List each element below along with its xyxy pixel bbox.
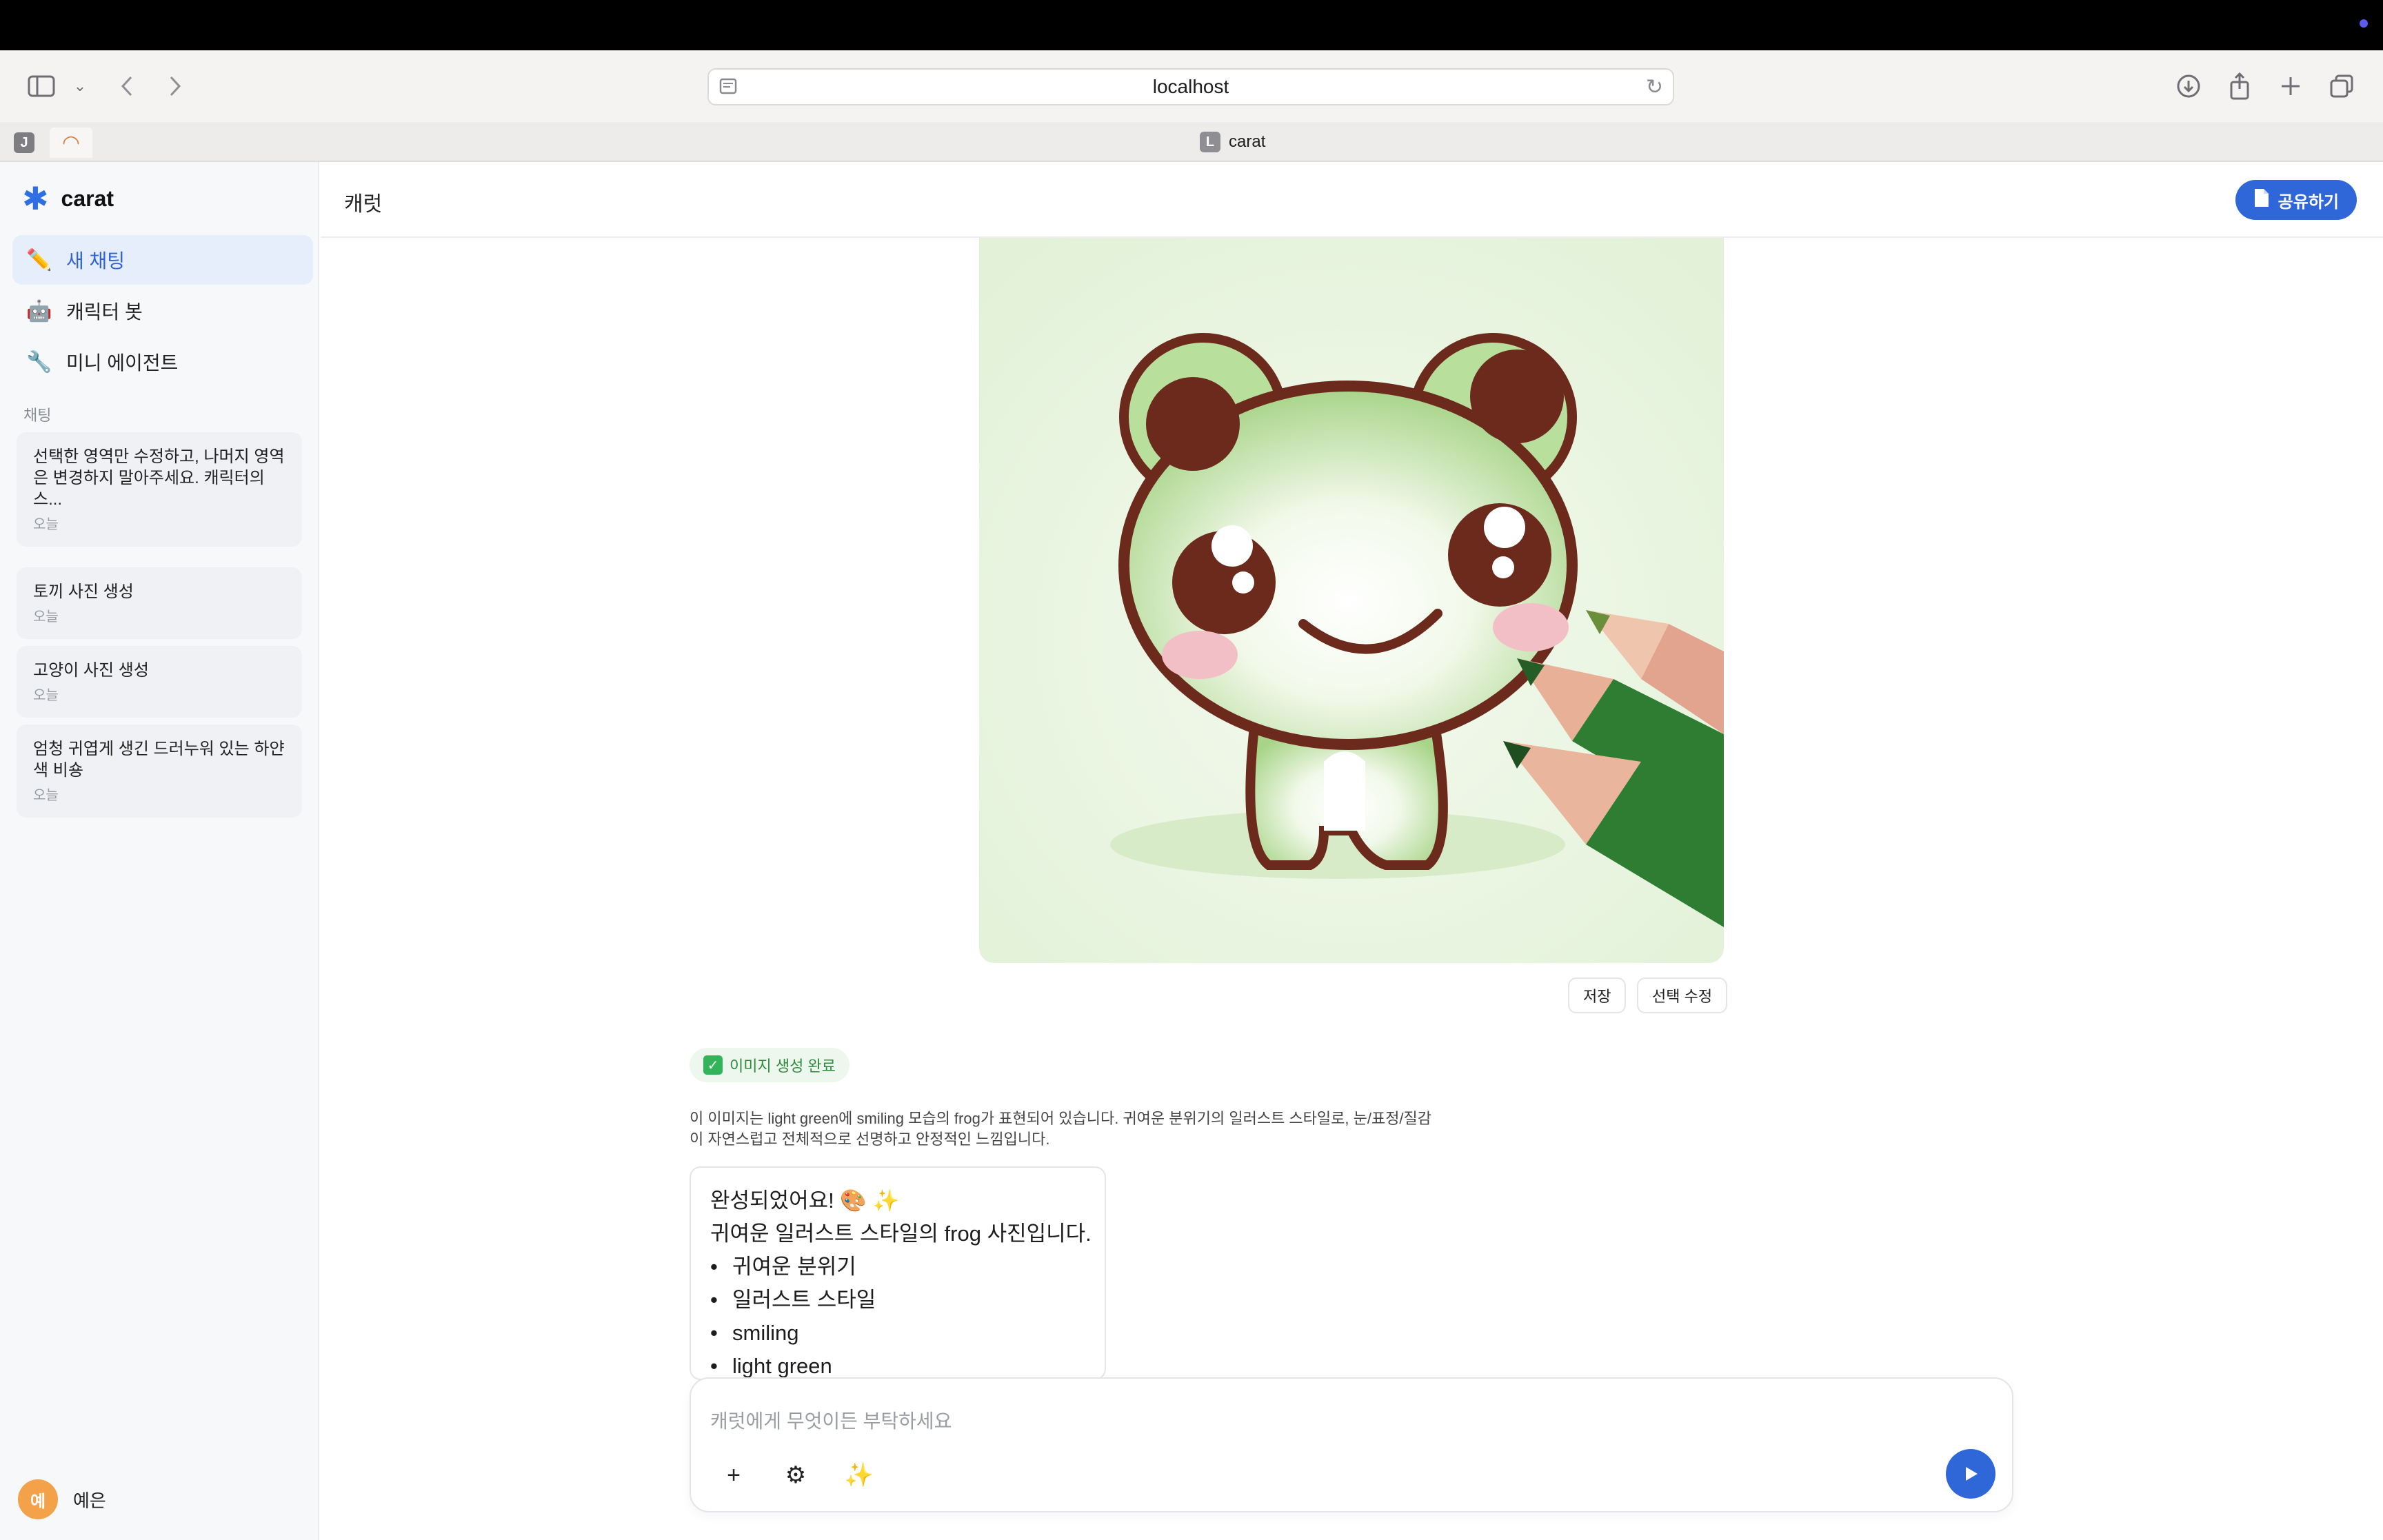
chat-title: 선택한 영역만 수정하고, 나머지 영역은 변경하지 말아주세요. 캐릭터의 스…: [33, 447, 285, 509]
nav-label: 미니 에이전트: [66, 352, 179, 374]
add-attachment-icon[interactable]: +: [716, 1457, 752, 1493]
page-title: 캐럿: [344, 193, 383, 216]
sidebar-toggle-icon[interactable]: [23, 68, 59, 104]
generated-frog-image[interactable]: [979, 238, 1724, 963]
active-tab[interactable]: L carat: [1200, 128, 1265, 156]
nav-new-chat[interactable]: ✏️ 새 채팅: [12, 235, 313, 285]
back-icon[interactable]: [109, 68, 145, 104]
user-name: 예은: [73, 1490, 106, 1511]
reply-subtitle: 귀여운 일러스트 스타일의 frog 사진입니다.: [710, 1222, 1092, 1246]
document-icon: [2253, 188, 2270, 213]
tab-favicon: L: [1200, 132, 1220, 152]
url-text: localhost: [1152, 76, 1229, 97]
status-badge: ✓ 이미지 생성 완료: [690, 1048, 849, 1082]
assistant-reply: 완성되었어요! 🎨 ✨ 귀여운 일러스트 스타일의 frog 사진입니다. • 귀…: [690, 1166, 1106, 1380]
chat-date: 오늘: [33, 517, 59, 532]
settings-gear-icon[interactable]: ⚙: [778, 1457, 814, 1493]
pinned-tab-j[interactable]: J: [3, 128, 46, 158]
message-input[interactable]: 캐럿에게 무엇이든 부탁하세요: [710, 1406, 952, 1434]
status-text: 이미지 생성 완료: [730, 1057, 836, 1075]
forward-icon[interactable]: [157, 68, 193, 104]
page-settings-icon[interactable]: [718, 77, 741, 99]
chevron-down-icon[interactable]: ⌄: [62, 68, 98, 104]
list-item-text: 일러스트 스타일: [732, 1288, 876, 1312]
list-item: • smiling: [710, 1317, 1085, 1350]
user-profile[interactable]: 예 예은: [18, 1479, 106, 1519]
chat-title: 고양이 사진 생성: [33, 661, 149, 680]
reload-icon[interactable]: ↻: [1646, 75, 1663, 99]
main-header: 캐럿 공유하기: [321, 162, 2383, 238]
chat-title: 엄청 귀엽게 생긴 드러누워 있는 하얀색 비숑: [33, 740, 285, 780]
chat-history-item[interactable]: 토끼 사진 생성 오늘: [17, 567, 302, 639]
chat-section-label: 채팅: [23, 407, 52, 424]
check-icon: ✓: [703, 1055, 723, 1075]
status-indicator-icon: [2360, 19, 2368, 28]
chat-date: 오늘: [33, 688, 59, 703]
list-item-text: light green: [732, 1354, 832, 1378]
pinned-tab-favicon: J: [14, 132, 34, 153]
nav-mini-agent[interactable]: 🔧 미니 에이전트: [12, 337, 313, 387]
list-item: • light green: [710, 1350, 1085, 1379]
send-button[interactable]: [1946, 1449, 1995, 1499]
app-sidebar: ✱ carat ✏️ 새 채팅 🤖 캐릭터 봇 🔧 미니 에이전트 채팅 선택한…: [0, 162, 319, 1540]
brand-name: carat: [61, 185, 114, 211]
share-icon[interactable]: [2222, 68, 2258, 104]
nav-character-bot[interactable]: 🤖 캐릭터 봇: [12, 286, 313, 336]
nav-label: 캐릭터 봇: [66, 301, 143, 323]
new-tab-icon[interactable]: [2273, 68, 2309, 104]
avatar: 예: [18, 1479, 58, 1519]
image-description: 이 이미지는 light green에 smiling 모습의 frog가 표현…: [690, 1110, 1432, 1148]
selective-edit-button[interactable]: 선택 수정: [1637, 977, 1728, 1013]
save-image-button[interactable]: 저장: [1568, 977, 1627, 1013]
asterisk-logo-icon: ✱: [22, 181, 49, 216]
list-item: • 귀여운 분위기: [710, 1250, 1085, 1284]
pinned-tab-carat[interactable]: ◠: [50, 128, 92, 158]
reply-heading: 완성되었어요! 🎨 ✨: [710, 1188, 900, 1213]
wrench-icon: 🔧: [26, 350, 52, 374]
nav-label: 새 채팅: [66, 250, 125, 272]
robot-icon: 🤖: [26, 299, 52, 323]
list-item: • 일러스트 스타일: [710, 1284, 1085, 1317]
address-bar[interactable]: localhost ↻: [707, 68, 1674, 105]
chat-history-item[interactable]: 선택한 영역만 수정하고, 나머지 영역은 변경하지 말아주세요. 캐릭터의 스…: [17, 432, 302, 547]
share-button[interactable]: 공유하기: [2235, 180, 2357, 220]
system-menu-bar: [0, 0, 2383, 50]
tab-bar: J ◠ L carat: [0, 122, 2383, 162]
chat-date: 오늘: [33, 609, 59, 625]
list-item-text: smiling: [732, 1321, 799, 1345]
message-composer[interactable]: 캐럿에게 무엇이든 부탁하세요 + ⚙ ✨: [690, 1377, 2013, 1512]
share-label: 공유하기: [2278, 192, 2339, 212]
tab-title: carat: [1229, 132, 1266, 151]
chat-history-item[interactable]: 고양이 사진 생성 오늘: [17, 646, 302, 718]
pencil-icon: ✏️: [26, 248, 52, 272]
reply-list: • 귀여운 분위기 • 일러스트 스타일 • smiling • light green: [710, 1250, 1085, 1379]
loading-spinner-icon: ◠: [61, 131, 81, 154]
sparkles-icon[interactable]: ✨: [841, 1457, 877, 1493]
chat-title: 토끼 사진 생성: [33, 582, 134, 601]
download-icon[interactable]: [2171, 68, 2206, 104]
chat-history-item[interactable]: 엄청 귀엽게 생긴 드러누워 있는 하얀색 비숑 오늘: [17, 725, 302, 818]
chat-date: 오늘: [33, 788, 59, 803]
tab-overview-icon[interactable]: [2324, 68, 2360, 104]
brand-logo[interactable]: ✱ carat: [22, 183, 114, 214]
list-item-text: 귀여운 분위기: [732, 1255, 856, 1279]
